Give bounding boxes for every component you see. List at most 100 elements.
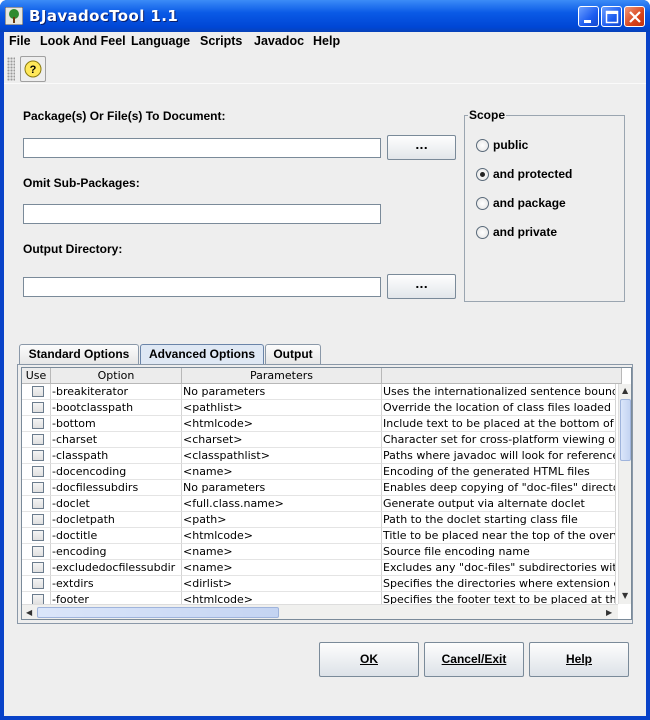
use-checkbox[interactable] [32,466,44,477]
scroll-left-icon[interactable]: ◀ [26,608,32,617]
omit-subpackages-input[interactable] [23,204,381,224]
table-row[interactable]: -extdirs <dirlist> Specifies the directori… [22,576,616,592]
tab-output[interactable]: Output [265,344,321,364]
help-icon-glyph: ? [30,64,37,76]
parameters-cell: <pathlist> [182,400,382,416]
output-browse-button[interactable]: ... [387,274,456,299]
table-row[interactable]: -docencoding <name> Encoding of the genera… [22,464,616,480]
maximize-button[interactable] [601,6,622,27]
use-checkbox[interactable] [32,514,44,525]
description-cell: Paths where javadoc will look for refere… [382,448,616,464]
use-checkbox[interactable] [32,578,44,589]
maximize-icon [605,10,619,24]
scope-radio-package[interactable] [476,197,489,210]
use-checkbox[interactable] [32,482,44,493]
help-icon: ? [24,60,42,78]
description-cell: Character set for cross-platform viewing… [382,432,616,448]
parameters-cell: <name> [182,560,382,576]
menu-help[interactable]: Help [313,34,340,48]
option-cell: -doclet [51,496,182,512]
use-cell [22,544,51,560]
use-checkbox[interactable] [32,530,44,541]
minimize-button[interactable] [578,6,599,27]
scope-radio-protected[interactable] [476,168,489,181]
option-cell: -bottom [51,416,182,432]
scope-radio-private[interactable] [476,226,489,239]
column-header-option[interactable]: Option [51,368,182,384]
parameters-cell: <dirlist> [182,576,382,592]
cancel-exit-button[interactable]: Cancel/Exit [424,642,524,677]
table-row[interactable]: -breakiterator No parameters Uses the inte… [22,384,616,400]
use-checkbox[interactable] [32,418,44,429]
packages-browse-button[interactable]: ... [387,135,456,160]
description-cell: Generate output via alternate doclet [382,496,616,512]
table-row[interactable]: -bootclasspath <pathlist> Override the loc… [22,400,616,416]
table-row[interactable]: -doclet <full.class.name> Generate output … [22,496,616,512]
omit-subpackages-label: Omit Sub-Packages: [23,176,140,190]
option-cell: -excludedocfilessubdir [51,560,182,576]
table-row[interactable]: -excludedocfilessubdir <name> Excludes any… [22,560,616,576]
use-checkbox[interactable] [32,434,44,445]
column-header-parameters[interactable]: Parameters [182,368,382,384]
tab-standard-options[interactable]: Standard Options [19,344,139,364]
use-checkbox[interactable] [32,562,44,573]
table-row[interactable]: -docfilessubdirs No parameters Enables dee… [22,480,616,496]
title-bar[interactable]: BJavadocTool 1.1 [0,0,650,32]
column-header-use[interactable]: Use [22,368,51,384]
use-checkbox[interactable] [32,450,44,461]
use-checkbox[interactable] [32,402,44,413]
table-row[interactable]: -classpath <classpathlist> Paths where jav… [22,448,616,464]
horizontal-scrollbar[interactable]: ◀ ▶ [22,604,618,619]
menu-file[interactable]: File [9,34,31,48]
close-icon [629,11,641,23]
menu-javadoc[interactable]: Javadoc [254,34,304,48]
scope-label-package[interactable]: and package [493,196,566,210]
table-row[interactable]: -docletpath <path> Path to the doclet star… [22,512,616,528]
scroll-down-icon[interactable]: ▼ [622,591,628,600]
parameters-cell: <path> [182,512,382,528]
use-checkbox[interactable] [32,498,44,509]
menu-language[interactable]: Language [131,34,190,48]
scroll-right-icon[interactable]: ▶ [606,608,612,617]
horizontal-scroll-thumb[interactable] [37,607,279,618]
scope-label-protected[interactable]: and protected [493,167,572,181]
use-cell [22,384,51,400]
option-cell: -extdirs [51,576,182,592]
tab-advanced-options[interactable]: Advanced Options [140,344,264,364]
scope-label-public[interactable]: public [493,138,528,152]
description-cell: Enables deep copying of "doc-files" dire… [382,480,616,496]
parameters-cell: <htmlcode> [182,416,382,432]
vertical-scroll-thumb[interactable] [620,399,631,461]
table-row[interactable]: -charset <charset> Character set for cross… [22,432,616,448]
table-row[interactable]: -doctitle <htmlcode> Title to be placed ne… [22,528,616,544]
table-row[interactable]: -bottom <htmlcode> Include text to be plac… [22,416,616,432]
scroll-up-icon[interactable]: ▲ [622,386,628,395]
option-cell: -charset [51,432,182,448]
help-tool-button[interactable]: ? [20,56,46,82]
use-checkbox[interactable] [32,546,44,557]
close-button[interactable] [624,6,645,27]
use-cell [22,416,51,432]
menu-look-and-feel[interactable]: Look And Feel [40,34,126,48]
use-cell [22,512,51,528]
packages-input[interactable] [23,138,381,158]
use-cell [22,432,51,448]
help-button[interactable]: Help [529,642,629,677]
scope-label-private[interactable]: and private [493,225,557,239]
ok-button[interactable]: OK [319,642,419,677]
menu-scripts[interactable]: Scripts [200,34,242,48]
scope-radio-public[interactable] [476,139,489,152]
application-window: BJavadocTool 1.1 File Look And Feel Lang… [0,0,650,720]
column-header-description[interactable] [382,368,622,384]
description-cell: Uses the internationalized sentence boun… [382,384,616,400]
use-cell [22,560,51,576]
vertical-scrollbar[interactable]: ▲ ▼ [618,384,631,604]
use-cell [22,528,51,544]
option-cell: -docletpath [51,512,182,528]
output-directory-input[interactable] [23,277,381,297]
use-checkbox[interactable] [32,386,44,397]
description-cell: Include text to be placed at the bottom … [382,416,616,432]
toolbar-grip[interactable] [7,57,15,81]
table-row[interactable]: -encoding <name> Source file encoding name [22,544,616,560]
table-header: Use Option Parameters [22,368,622,384]
